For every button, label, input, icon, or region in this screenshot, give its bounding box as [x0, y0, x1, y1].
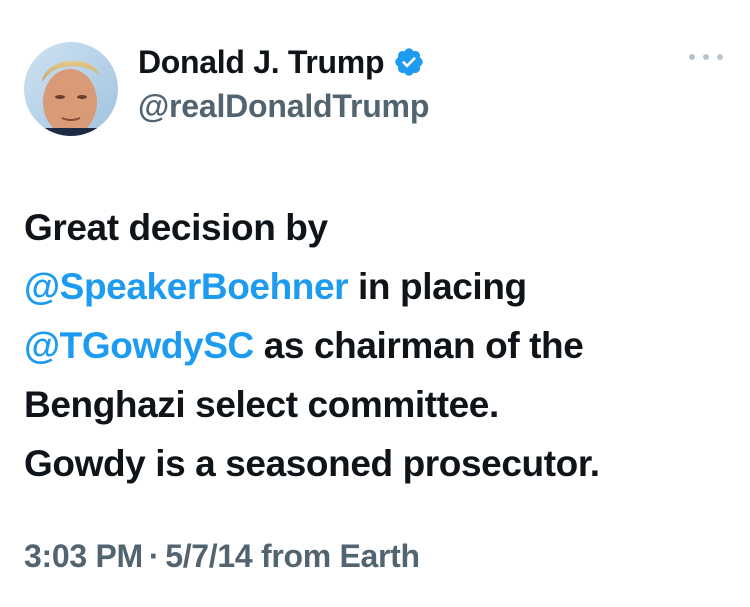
- tweet-date[interactable]: 5/7/14: [165, 538, 252, 574]
- tweet-text-segment: as chairman of the: [253, 325, 584, 366]
- tweet-source: from Earth: [260, 538, 420, 574]
- tweet-line: @SpeakerBoehner in placing: [24, 257, 724, 316]
- tweet-text-segment: in placing: [348, 266, 527, 307]
- tweet-time[interactable]: 3:03 PM: [24, 538, 143, 574]
- author-handle[interactable]: @realDonaldTrump: [138, 88, 429, 125]
- tweet-line: Gowdy is a seasoned prosecutor.: [24, 443, 600, 484]
- tweet-metadata: 3:03 PM · 5/7/14 from Earth: [24, 538, 420, 575]
- mention-tgowdysc[interactable]: @TGowdySC: [24, 325, 254, 366]
- profile-photo-icon: [24, 42, 118, 136]
- meta-separator: ·: [148, 538, 160, 574]
- more-dot: [717, 54, 723, 60]
- tweet-line: Great decision by: [24, 207, 328, 248]
- tweet-text: Great decision by @SpeakerBoehner in pla…: [24, 198, 724, 493]
- verified-badge-icon: [393, 46, 425, 78]
- avatar[interactable]: [24, 42, 118, 136]
- author-name-row: Donald J. Trump: [138, 42, 425, 82]
- tweet-line: @TGowdySC as chairman of the: [24, 316, 724, 375]
- tweet-line: Benghazi select committee.: [24, 384, 499, 425]
- display-name[interactable]: Donald J. Trump: [138, 44, 385, 81]
- more-dot: [703, 54, 709, 60]
- tweet-card: Donald J. Trump @realDonaldTrump Great d…: [0, 0, 750, 607]
- more-horizontal-icon[interactable]: [689, 46, 723, 68]
- more-dot: [689, 54, 695, 60]
- mention-speakerboehner[interactable]: @SpeakerBoehner: [24, 266, 349, 307]
